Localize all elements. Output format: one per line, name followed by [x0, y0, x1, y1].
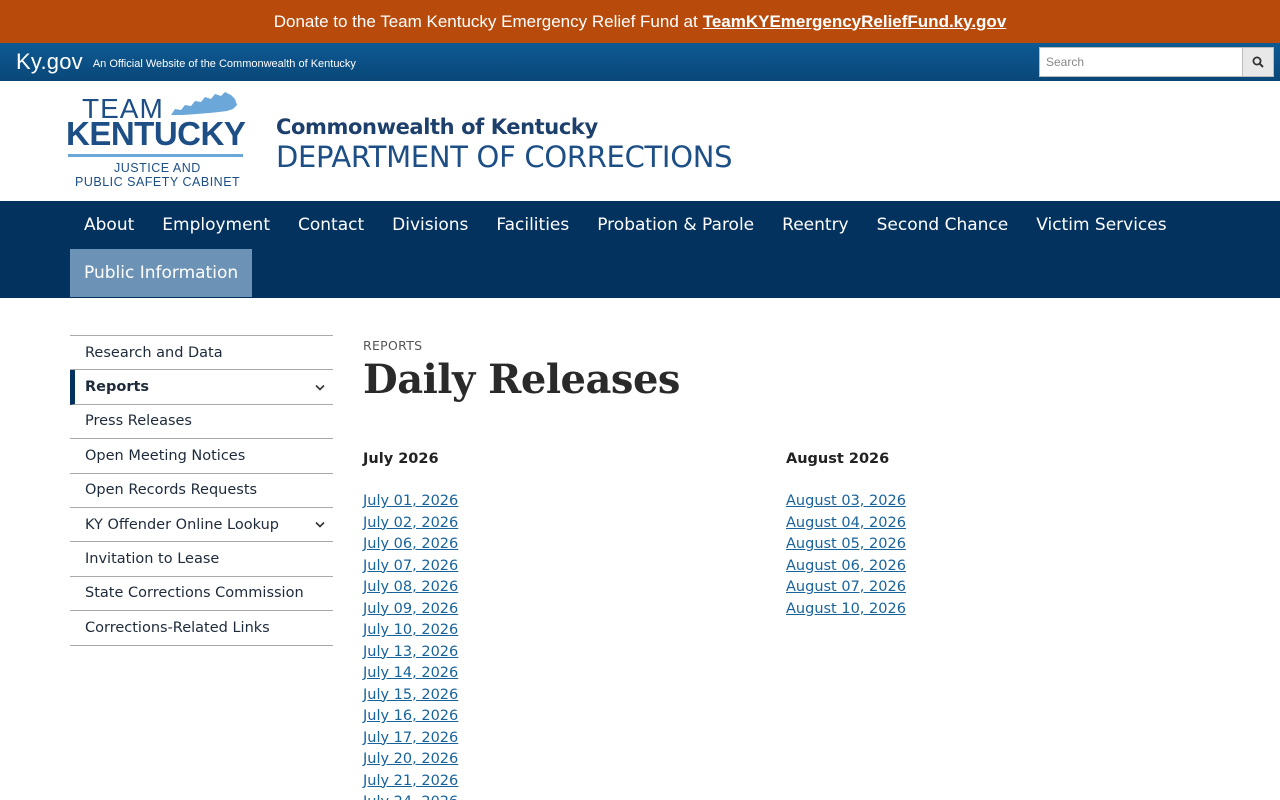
- release-link[interactable]: July 10, 2026: [363, 620, 786, 642]
- sidebar-item-label: Press Releases: [85, 413, 192, 430]
- sidebar-nav: Research and Data Reports Press Releases…: [70, 335, 333, 800]
- team-kentucky-logo[interactable]: TEAM KENTUCKY JUSTICE AND PUBLIC SAFETY …: [66, 91, 258, 191]
- sidebar-item-research-and-data[interactable]: Research and Data: [70, 336, 333, 371]
- sidebar-item-open-meeting-notices[interactable]: Open Meeting Notices: [70, 439, 333, 474]
- breadcrumb: REPORTS: [363, 338, 423, 353]
- site-header: TEAM KENTUCKY JUSTICE AND PUBLIC SAFETY …: [0, 81, 1280, 201]
- sidebar-item-invitation-to-lease[interactable]: Invitation to Lease: [70, 542, 333, 577]
- release-link[interactable]: July 07, 2026: [363, 556, 786, 578]
- site-search: [1039, 47, 1274, 77]
- nav-item-victim-services[interactable]: Victim Services: [1022, 201, 1180, 249]
- search-input[interactable]: [1039, 47, 1242, 77]
- release-link[interactable]: July 20, 2026: [363, 749, 786, 771]
- page-content: REPORTS Daily Releases July 2026 July 01…: [363, 335, 1209, 800]
- release-link[interactable]: July 21, 2026: [363, 771, 786, 793]
- release-link[interactable]: August 05, 2026: [786, 534, 1209, 556]
- site-titles: Commonwealth of Kentucky DEPARTMENT OF C…: [276, 115, 733, 174]
- release-link[interactable]: July 17, 2026: [363, 728, 786, 750]
- logo-cabinet-line2: PUBLIC SAFETY CABINET: [75, 175, 241, 189]
- sidebar-item-open-records-requests[interactable]: Open Records Requests: [70, 474, 333, 508]
- sidebar-item-ky-offender-online-lookup[interactable]: KY Offender Online Lookup: [70, 508, 333, 543]
- release-link[interactable]: August 03, 2026: [786, 491, 1209, 513]
- nav-item-contact[interactable]: Contact: [284, 201, 378, 249]
- nav-item-public-information[interactable]: Public Information: [70, 249, 253, 297]
- donate-link[interactable]: TeamKYEmergencyReliefFund.ky.gov: [703, 12, 1007, 32]
- month-heading: July 2026: [363, 451, 439, 467]
- release-link[interactable]: July 14, 2026: [363, 663, 786, 685]
- nav-item-divisions[interactable]: Divisions: [378, 201, 482, 249]
- sidebar-item-reports[interactable]: Reports: [70, 370, 333, 405]
- sidebar-item-label: Corrections-Related Links: [85, 619, 270, 636]
- sidebar-item-label: Reports: [85, 379, 150, 396]
- release-link[interactable]: July 16, 2026: [363, 706, 786, 728]
- nav-item-reentry[interactable]: Reentry: [768, 201, 862, 249]
- search-button[interactable]: [1242, 47, 1274, 77]
- chevron-down-icon[interactable]: [315, 384, 325, 391]
- nav-item-about[interactable]: About: [70, 201, 148, 249]
- nav-item-employment[interactable]: Employment: [148, 201, 284, 249]
- donate-text: Donate to the Team Kentucky Emergency Re…: [273, 11, 698, 31]
- donate-banner: Donate to the Team Kentucky Emergency Re…: [0, 0, 1280, 43]
- sidebar-item-corrections-related-links[interactable]: Corrections-Related Links: [70, 611, 333, 646]
- chevron-down-icon[interactable]: [315, 521, 325, 528]
- release-columns: July 2026 July 01, 2026 July 02, 2026 Ju…: [363, 451, 1209, 800]
- release-link[interactable]: July 06, 2026: [363, 534, 786, 556]
- release-link[interactable]: July 01, 2026: [363, 491, 786, 513]
- main-nav: About Employment Contact Divisions Facil…: [0, 201, 1280, 298]
- sidebar-item-label: Research and Data: [85, 344, 223, 361]
- nav-item-facilities[interactable]: Facilities: [482, 201, 583, 249]
- sidebar-item-label: KY Offender Online Lookup: [85, 516, 279, 533]
- release-link[interactable]: August 04, 2026: [786, 513, 1209, 535]
- release-link[interactable]: July 08, 2026: [363, 577, 786, 599]
- main-content: Research and Data Reports Press Releases…: [0, 298, 1280, 800]
- kygov-logo[interactable]: Ky.gov: [16, 49, 83, 75]
- nav-item-second-chance[interactable]: Second Chance: [863, 201, 1023, 249]
- sidebar-item-label: Open Meeting Notices: [85, 447, 246, 464]
- sidebar-item-label: Open Records Requests: [85, 482, 258, 499]
- commonwealth-title[interactable]: Commonwealth of Kentucky: [276, 115, 732, 139]
- department-title[interactable]: DEPARTMENT OF CORRECTIONS: [276, 140, 733, 174]
- release-link[interactable]: July 09, 2026: [363, 599, 786, 621]
- kentucky-state-icon: [171, 92, 237, 115]
- release-link[interactable]: August 07, 2026: [786, 577, 1209, 599]
- release-link[interactable]: July 02, 2026: [363, 513, 786, 535]
- sidebar-item-press-releases[interactable]: Press Releases: [70, 405, 333, 440]
- page-title: Daily Releases: [363, 356, 680, 403]
- official-website-text: An Official Website of the Commonwealth …: [92, 57, 356, 70]
- sidebar-item-label: State Corrections Commission: [85, 585, 304, 602]
- sidebar-item-state-corrections-commission[interactable]: State Corrections Commission: [70, 577, 333, 612]
- release-link[interactable]: July 24, 2026: [363, 792, 786, 800]
- nav-item-probation-parole[interactable]: Probation & Parole: [583, 201, 768, 249]
- logo-divider: [68, 154, 243, 157]
- release-column-august: August 2026 August 03, 2026 August 04, 2…: [786, 451, 1209, 800]
- kygov-bar: Ky.gov An Official Website of the Common…: [0, 43, 1280, 81]
- logo-kentucky-text: KENTUCKY: [66, 115, 246, 152]
- release-link[interactable]: August 10, 2026: [786, 599, 1209, 621]
- month-heading: August 2026: [786, 451, 890, 467]
- search-icon: [1252, 56, 1264, 68]
- logo-cabinet-line1: JUSTICE AND: [114, 161, 201, 175]
- release-column-july: July 2026 July 01, 2026 July 02, 2026 Ju…: [363, 451, 786, 800]
- release-link[interactable]: July 13, 2026: [363, 642, 786, 664]
- release-link[interactable]: August 06, 2026: [786, 556, 1209, 578]
- sidebar-item-label: Invitation to Lease: [85, 551, 220, 568]
- release-link[interactable]: July 15, 2026: [363, 685, 786, 707]
